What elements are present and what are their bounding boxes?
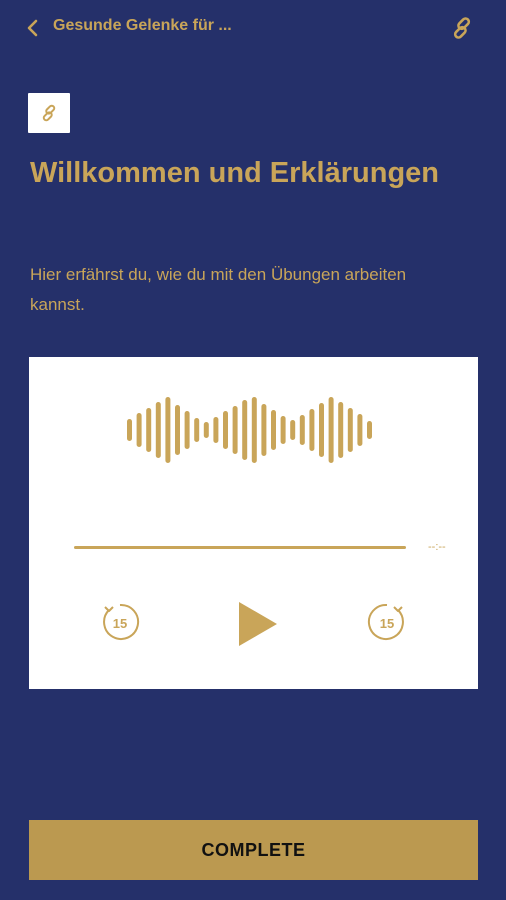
- page-title: Willkommen und Erklärungen: [30, 157, 440, 189]
- audio-time-label: --:--: [428, 541, 446, 553]
- rewind-seconds: 15: [112, 615, 128, 631]
- rewind-15-button[interactable]: 15: [99, 601, 141, 643]
- forward-seconds: 15: [379, 615, 395, 631]
- waveform-bar: [280, 416, 286, 444]
- top-bar: Gesunde Gelenke für ...: [0, 0, 506, 56]
- waveform-bar: [127, 419, 132, 441]
- waveform-bar: [194, 418, 200, 442]
- audio-progress-bar[interactable]: [74, 546, 406, 549]
- waveform-bar: [271, 410, 276, 450]
- waveform-bar: [223, 411, 228, 449]
- waveform-bar: [367, 421, 372, 439]
- complete-button[interactable]: COMPLETE: [29, 820, 478, 880]
- link-icon: [453, 17, 471, 39]
- page-description: Hier erfährst du, wie du mit den Übungen…: [30, 265, 407, 314]
- waveform-bar: [184, 411, 190, 449]
- forward-15-button[interactable]: 15: [366, 601, 408, 643]
- waveform-bar: [242, 400, 248, 460]
- waveform-bar: [213, 417, 219, 443]
- audio-waveform-icon: [127, 397, 372, 463]
- waveform-bar: [155, 402, 161, 458]
- waveform-bar: [319, 403, 324, 457]
- waveform-bar: [175, 405, 180, 455]
- link-icon: [42, 104, 56, 122]
- play-icon: [239, 602, 277, 646]
- waveform-bar: [261, 404, 267, 456]
- play-button[interactable]: [235, 600, 279, 648]
- back-button[interactable]: [20, 16, 44, 40]
- waveform-bar: [165, 397, 171, 463]
- waveform-bar: [338, 402, 344, 458]
- waveform-bar: [203, 422, 209, 438]
- waveform-bar: [146, 408, 152, 452]
- header-title: Gesunde Gelenke für ...: [53, 17, 232, 34]
- waveform-bar: [299, 415, 305, 445]
- waveform-bar: [290, 420, 296, 440]
- waveform-bar: [232, 406, 238, 454]
- waveform-bar: [328, 397, 334, 463]
- waveform-bar: [251, 397, 257, 463]
- waveform-bar: [136, 413, 142, 447]
- share-link-button[interactable]: [449, 15, 475, 41]
- waveform-bar: [347, 408, 353, 452]
- waveform-bar: [357, 414, 363, 446]
- waveform-bar: [309, 409, 315, 451]
- chevron-left-icon: [27, 19, 38, 37]
- content-type-badge: [28, 93, 70, 133]
